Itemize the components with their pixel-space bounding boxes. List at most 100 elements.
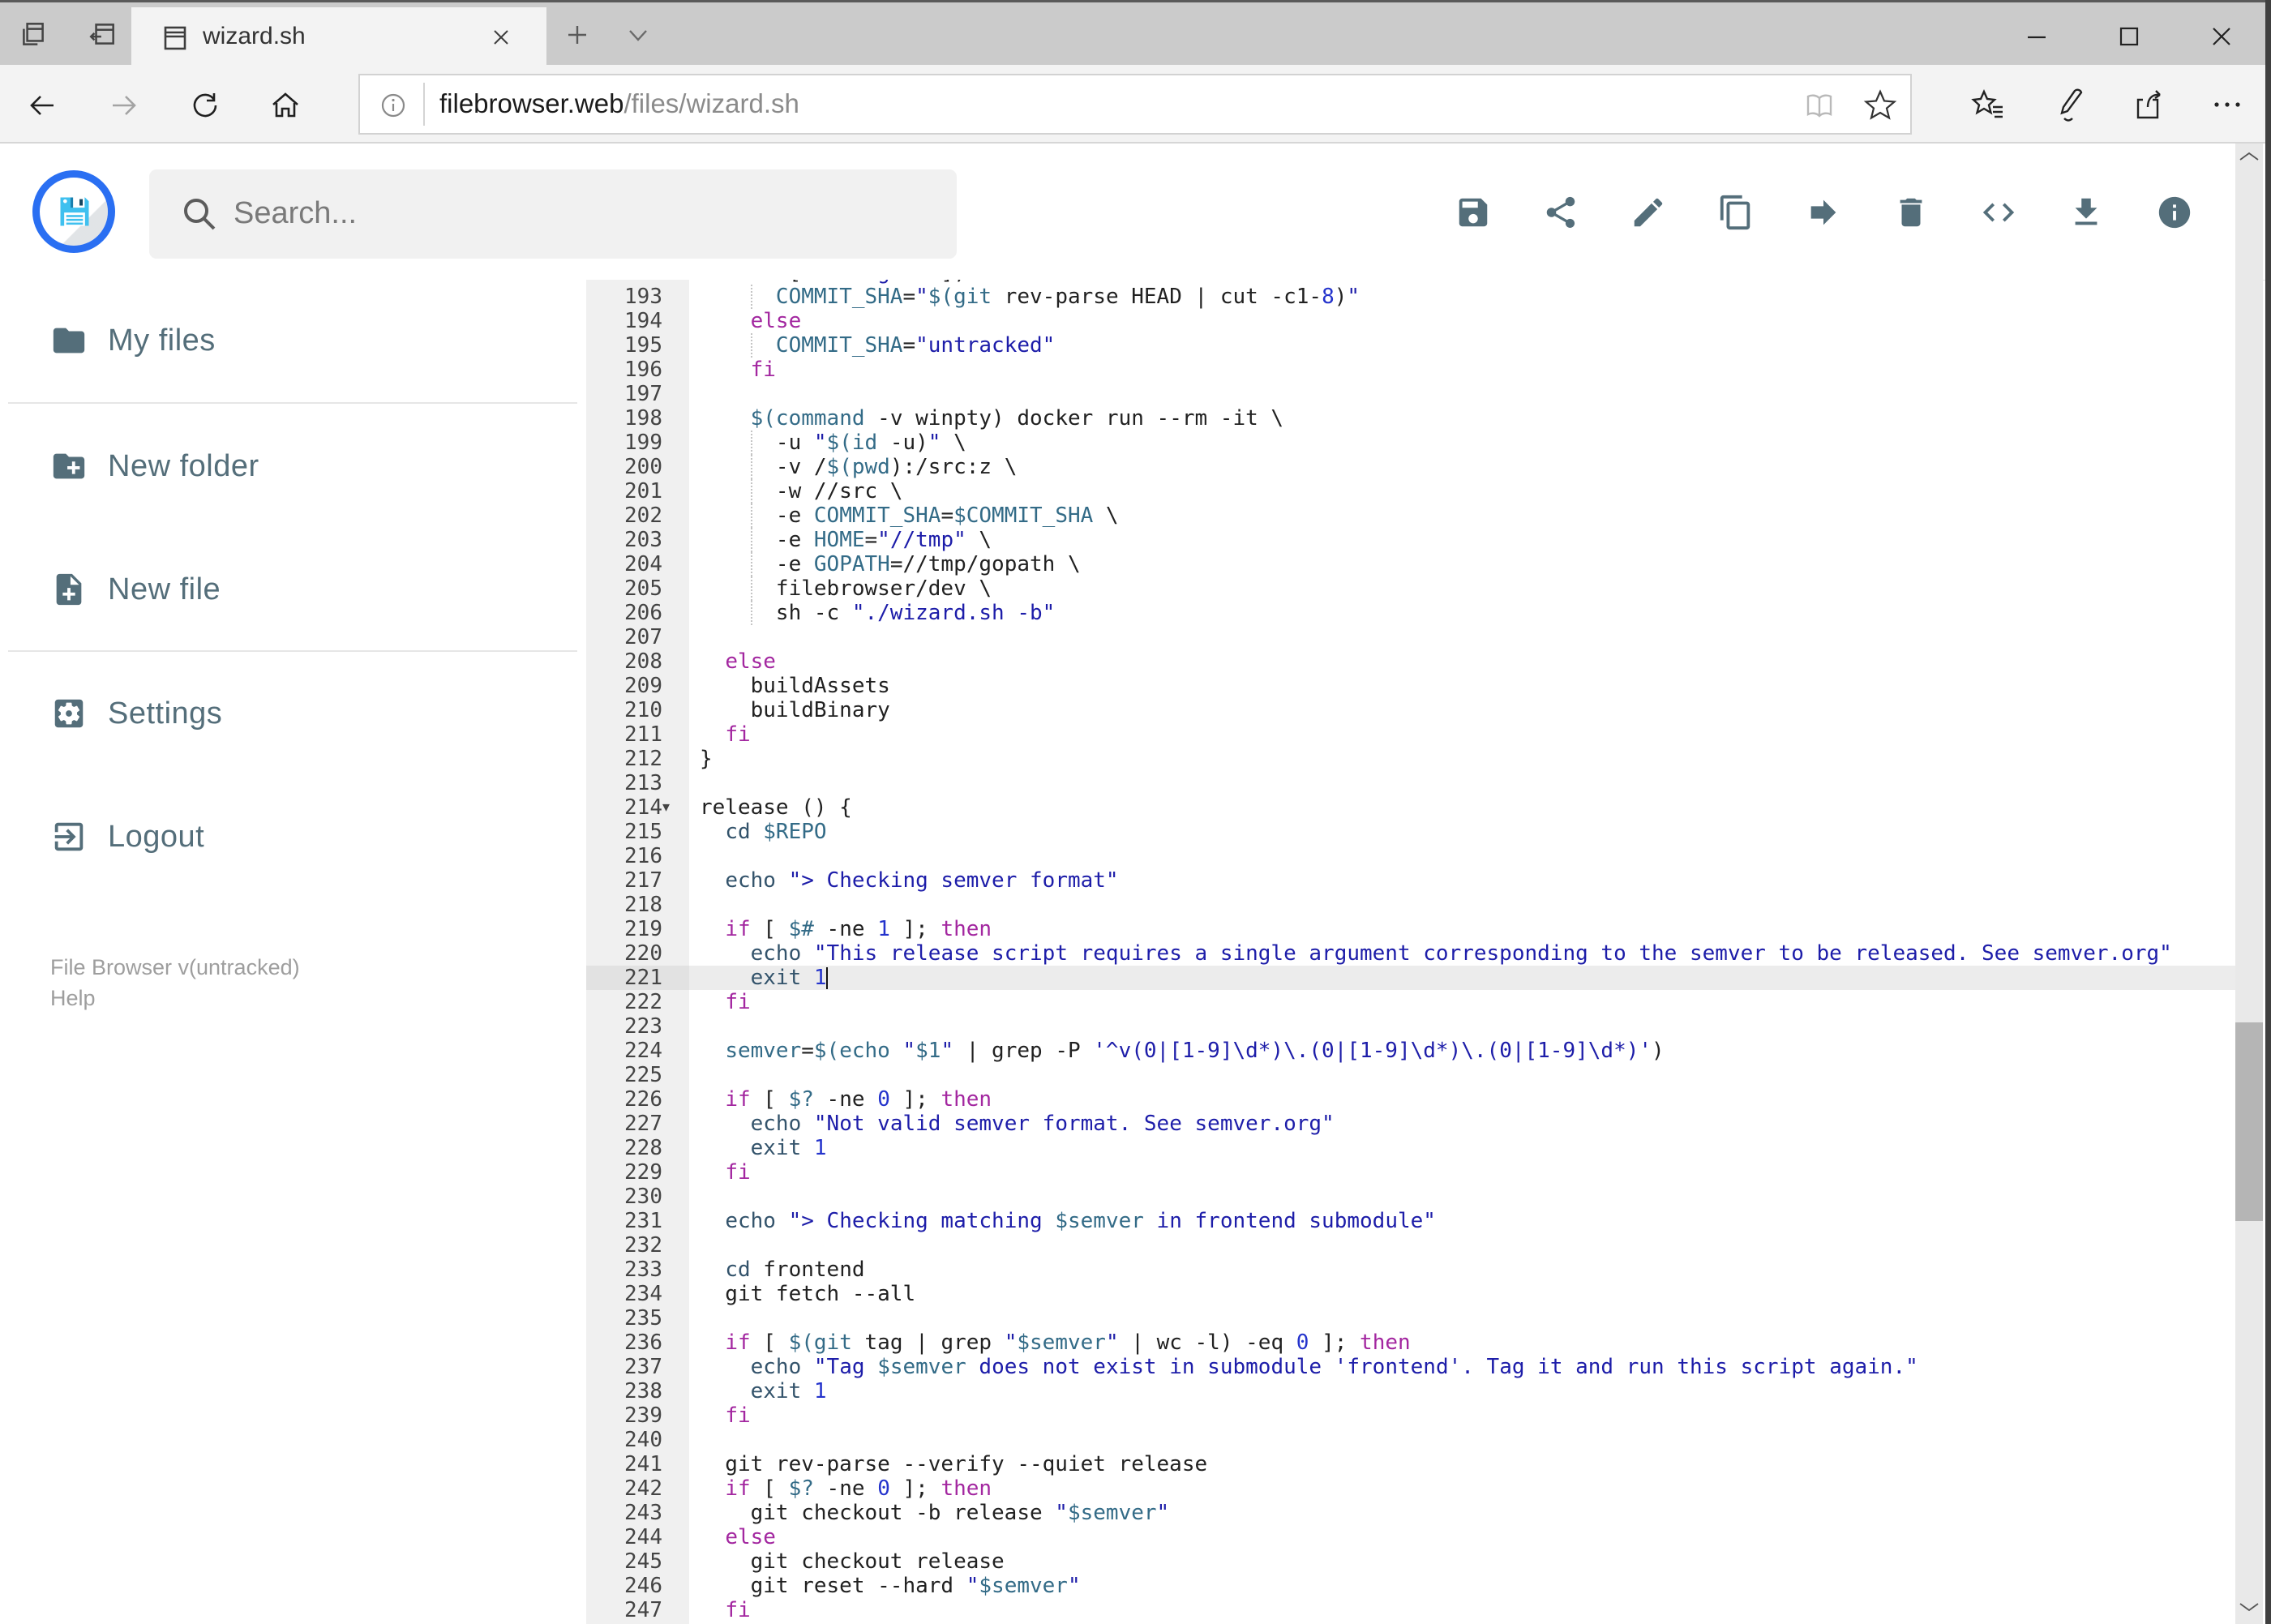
share-icon[interactable] [2131,86,2168,127]
code-line[interactable]: 197 [586,382,2235,406]
code-line[interactable]: 218 [586,893,2235,917]
edit-button[interactable] [1630,194,1667,231]
code-line[interactable]: 215 cd $REPO [586,820,2235,844]
code-line[interactable]: 214 ▾ release () { [586,795,2235,820]
tab-list-chevron-icon[interactable] [626,27,650,49]
code-line[interactable]: 199 -u "$(id -u)" \ [586,431,2235,455]
set-aside-tabs-icon[interactable] [88,19,118,54]
hub-favorites-icon[interactable] [1970,86,2007,127]
refresh-icon[interactable] [189,89,221,126]
copy-button[interactable] [1717,194,1755,231]
new-tab-button[interactable] [564,22,590,52]
code-line[interactable]: 220 echo "This release script requires a… [586,941,2235,966]
code-view-button[interactable] [1980,194,2017,231]
code-line[interactable]: 244 else [586,1525,2235,1549]
favorite-star-icon[interactable] [1862,87,1899,128]
code-line[interactable]: 202 -e COMMIT_SHA=$COMMIT_SHA \ [586,503,2235,528]
home-icon[interactable] [269,89,302,126]
code-line[interactable]: 193 COMMIT_SHA="$(git rev-parse HEAD | c… [586,285,2235,309]
code-line[interactable]: 247 fi [586,1598,2235,1622]
page-info-icon[interactable] [378,90,409,125]
code-line[interactable]: 245 git checkout release [586,1549,2235,1574]
sidebar-item-logout[interactable]: Logout [0,795,586,879]
code-line[interactable]: 233 cd frontend [586,1258,2235,1282]
more-options-icon[interactable] [2209,86,2246,127]
code-line[interactable]: 221 exit 1 [586,966,2235,990]
code-line[interactable]: 239 fi [586,1403,2235,1428]
code-line[interactable]: 209 buildAssets [586,674,2235,698]
close-window-button[interactable] [2205,20,2238,57]
code-line[interactable]: 226 if [ $? -ne 0 ]; then [586,1087,2235,1112]
code-line[interactable]: 230 [586,1185,2235,1209]
code-line[interactable]: 227 echo "Not valid semver format. See s… [586,1112,2235,1136]
download-button[interactable] [2067,194,2105,231]
code-line[interactable]: 219 if [ $# -ne 1 ]; then [586,917,2235,941]
address-url[interactable]: filebrowser.web/files/wizard.sh [439,88,799,119]
code-line[interactable]: 228 exit 1 [586,1136,2235,1160]
vertical-scrollbar[interactable] [2235,144,2263,1624]
code-line[interactable]: 224 semver=$(echo "$1" | grep -P '^v(0|[… [586,1039,2235,1063]
code-editor[interactable]: 192 if [ -d ".git" ]; then193 COMMIT_SHA… [586,280,2235,1624]
code-line[interactable]: 213 [586,771,2235,795]
code-line[interactable]: 240 [586,1428,2235,1452]
tab-preview-icon[interactable] [18,19,49,54]
scroll-down-icon[interactable] [2239,1600,2260,1618]
sidebar-item-new-file[interactable]: New file [0,547,586,632]
save-button[interactable] [1455,194,1492,231]
forward-icon[interactable] [107,89,139,126]
code-line[interactable]: 217 echo "> Checking semver format" [586,868,2235,893]
web-note-pen-icon[interactable] [2051,86,2089,127]
code-line[interactable]: 212} [586,747,2235,771]
code-line[interactable]: 195 COMMIT_SHA="untracked" [586,333,2235,358]
info-button[interactable] [2156,194,2193,231]
search-input[interactable]: Search... [149,169,957,259]
code-line[interactable]: 198 $(command -v winpty) docker run --rm… [586,406,2235,431]
reading-view-icon[interactable] [1802,88,1837,128]
code-line[interactable]: 211 fi [586,722,2235,747]
code-line[interactable]: 203 -e HOME="//tmp" \ [586,528,2235,552]
app-logo[interactable] [32,170,115,253]
code-line[interactable]: 234 git fetch --all [586,1282,2235,1306]
code-line[interactable]: 208 else [586,649,2235,674]
code-line[interactable]: 216 [586,844,2235,868]
move-button[interactable] [1805,194,1842,231]
code-line[interactable]: 241 git rev-parse --verify --quiet relea… [586,1452,2235,1476]
browser-tab-active[interactable]: wizard.sh [131,7,546,67]
sidebar-item-settings[interactable]: Settings [0,671,586,756]
scrollbar-thumb[interactable] [2235,1022,2263,1221]
scroll-up-icon[interactable] [2239,150,2260,167]
share-file-button[interactable] [1542,194,1579,231]
code-line[interactable]: 200 -v /$(pwd):/src:z \ [586,455,2235,479]
code-line[interactable]: 242 if [ $? -ne 0 ]; then [586,1476,2235,1501]
address-bar[interactable]: filebrowser.web/files/wizard.sh [358,74,1912,135]
fold-marker-icon[interactable]: ▾ [662,795,670,820]
sidebar-item-new-folder[interactable]: New folder [0,424,586,508]
code-line[interactable]: 235 [586,1306,2235,1330]
code-line[interactable]: 246 git reset --hard "$semver" [586,1574,2235,1598]
code-line[interactable]: 205 filebrowser/dev \ [586,576,2235,601]
code-line[interactable]: 237 echo "Tag $semver does not exist in … [586,1355,2235,1379]
maximize-button[interactable] [2113,20,2145,57]
code-line[interactable]: 201 -w //src \ [586,479,2235,503]
code-line[interactable]: 204 -e GOPATH=//tmp/gopath \ [586,552,2235,576]
help-link[interactable]: Help [50,983,96,1013]
code-line[interactable]: 196 fi [586,358,2235,382]
minimize-button[interactable] [2020,20,2053,57]
code-line[interactable]: 231 echo "> Checking matching $semver in… [586,1209,2235,1233]
back-icon[interactable] [27,89,59,126]
code-line[interactable]: 206 sh -c "./wizard.sh -b" [586,601,2235,625]
sidebar-item-my-files[interactable]: My files [0,298,586,383]
code-line[interactable]: 236 if [ $(git tag | grep "$semver" | wc… [586,1330,2235,1355]
code-line[interactable]: 232 [586,1233,2235,1258]
code-line[interactable]: 207 [586,625,2235,649]
code-line[interactable]: 210 buildBinary [586,698,2235,722]
code-line[interactable]: 225 [586,1063,2235,1087]
code-line[interactable]: 243 git checkout -b release "$semver" [586,1501,2235,1525]
code-line[interactable]: 229 fi [586,1160,2235,1185]
code-line[interactable]: 222 fi [586,990,2235,1014]
code-line[interactable]: 238 exit 1 [586,1379,2235,1403]
code-line[interactable]: 194 else [586,309,2235,333]
delete-button[interactable] [1892,194,1930,231]
code-line[interactable]: 223 [586,1014,2235,1039]
tab-close-icon[interactable] [490,26,512,53]
